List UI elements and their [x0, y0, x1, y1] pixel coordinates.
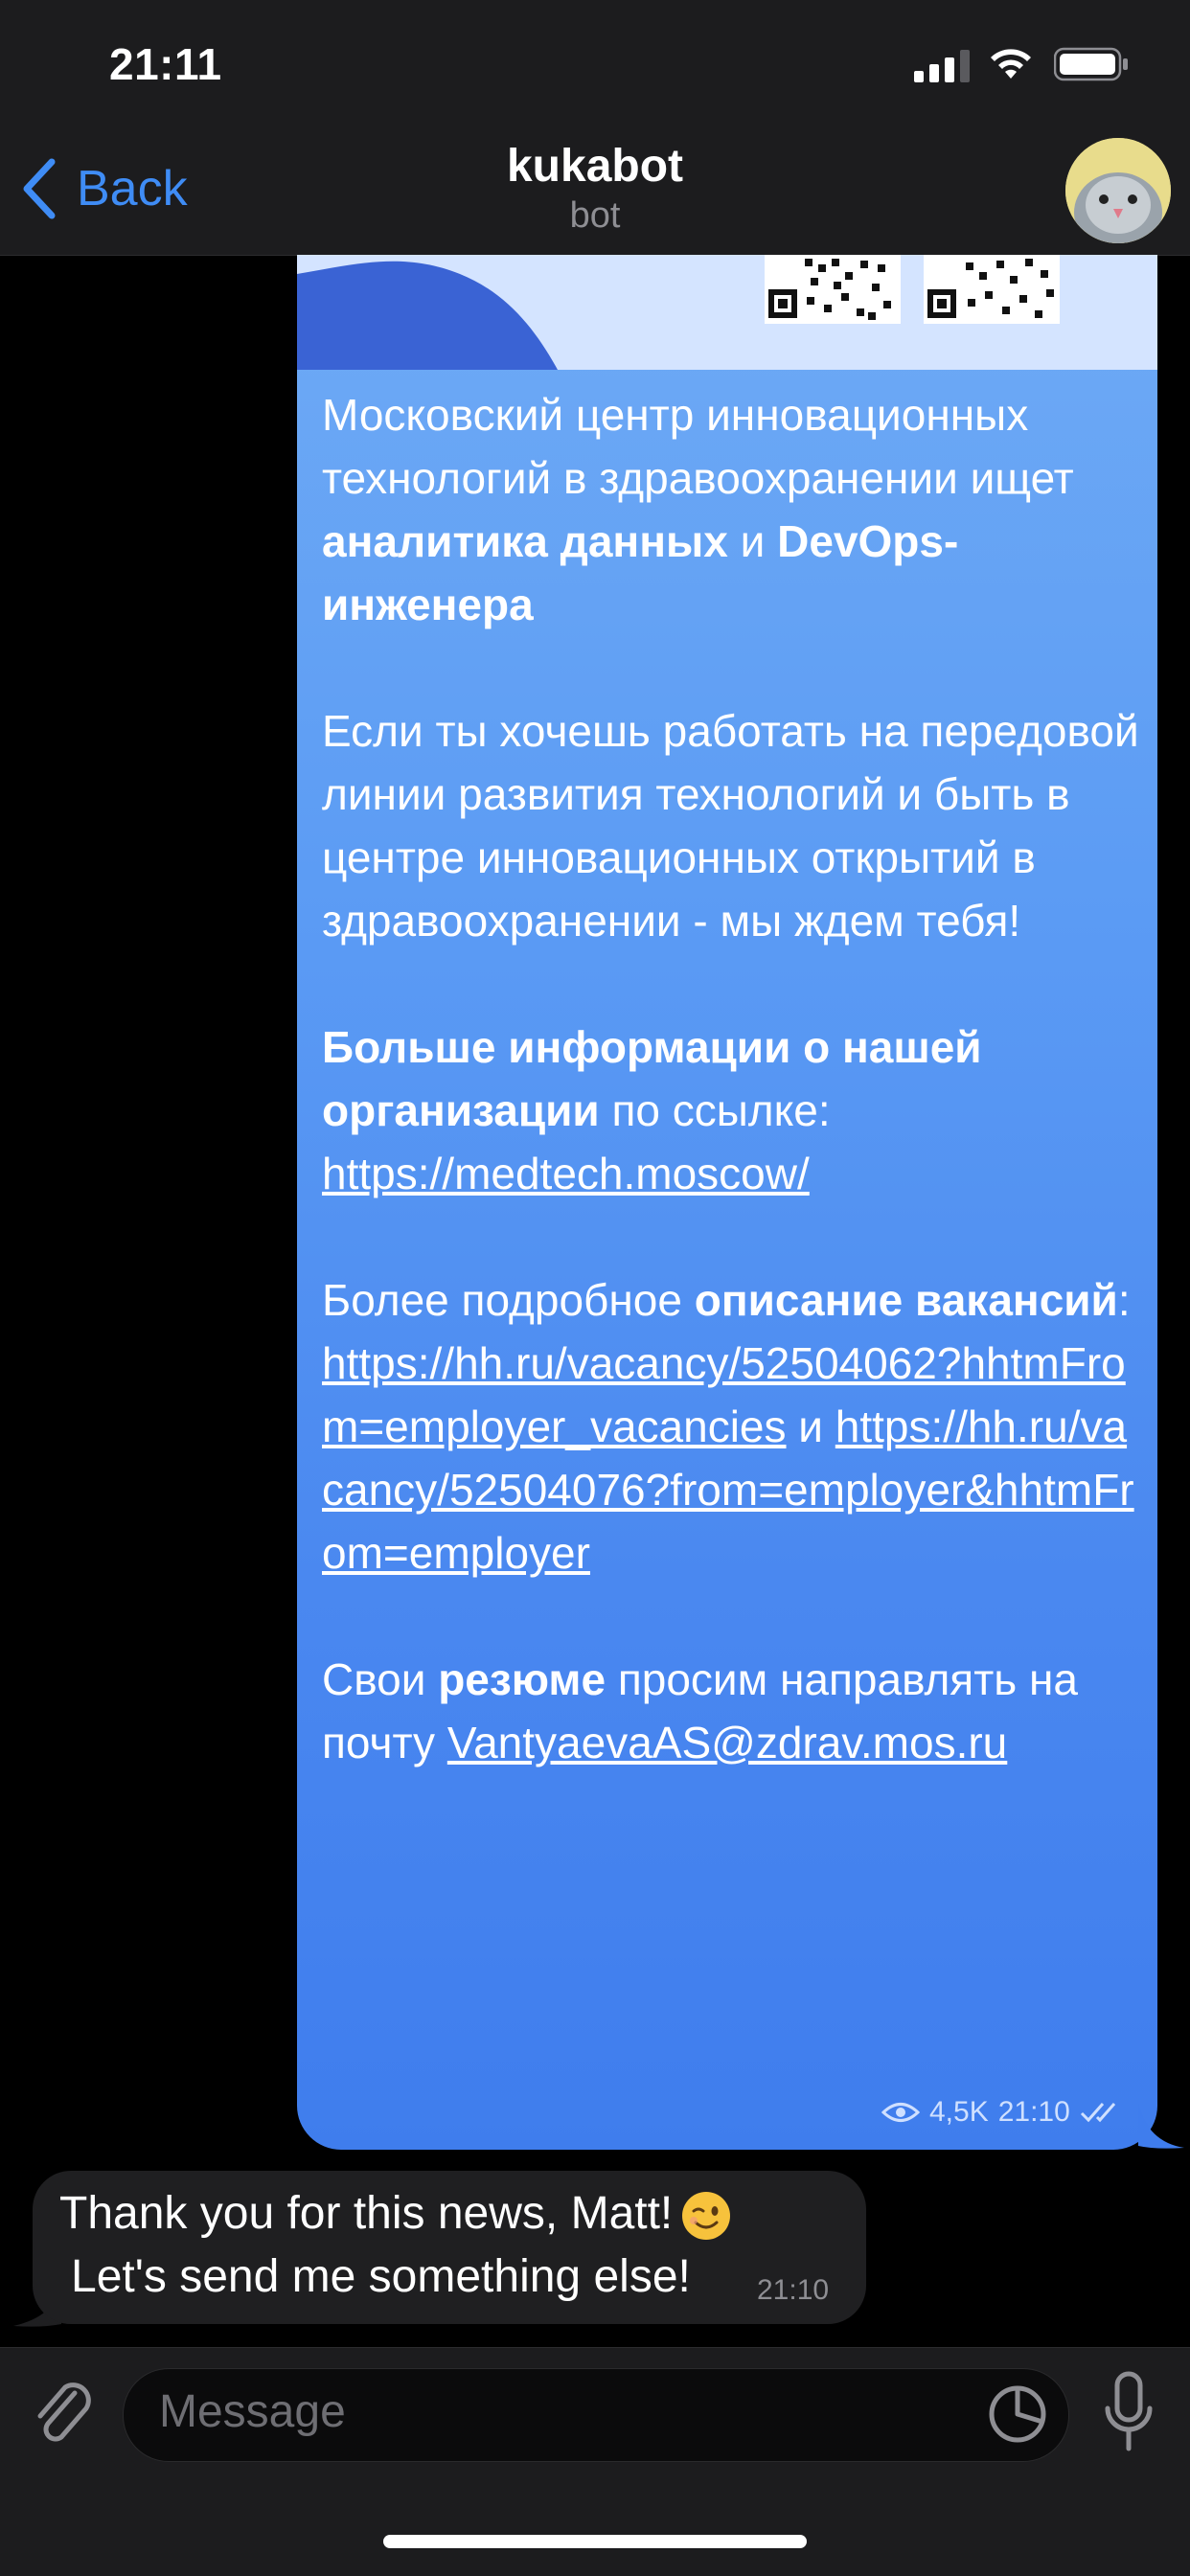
bubble-tail — [1138, 2104, 1184, 2149]
status-time: 21:11 — [109, 39, 222, 89]
post-paragraph-4: Более подробное описание вакансий: https… — [322, 1275, 1134, 1578]
post-text: Московский центр инновационных технологи… — [322, 383, 1144, 1774]
post-paragraph-3: Больше информации о нашей организации по… — [322, 1022, 982, 1198]
post-image[interactable] — [297, 255, 1157, 370]
reply-line-2: Let's send me something else! — [71, 2251, 691, 2302]
qr-code-icon — [924, 255, 1060, 324]
chevron-left-icon — [23, 158, 56, 219]
wifi-icon — [991, 49, 1031, 79]
message-placeholder: Message — [159, 2386, 346, 2437]
microphone-icon[interactable] — [1100, 2370, 1157, 2456]
qr-code-icon — [765, 255, 901, 324]
post-meta: 4,5K 21:10 — [881, 2096, 1122, 2129]
email-link[interactable]: VantyaevaAS@zdrav.mos.ru — [447, 1718, 1007, 1767]
eye-icon — [881, 2103, 920, 2122]
back-button[interactable]: Back — [21, 155, 188, 222]
bird-avatar-icon — [1065, 138, 1171, 243]
medtech-link[interactable]: https://medtech.moscow/ — [322, 1149, 810, 1198]
post-paragraph-1: Московский центр инновационных технологи… — [322, 390, 1074, 629]
signal-icon — [914, 50, 970, 82]
chat-subtitle: bot — [569, 195, 621, 236]
incoming-message-text: Thank you for this news, Matt! Let's sen… — [59, 2182, 807, 2309]
view-count: 4,5K — [929, 2096, 989, 2128]
back-label: Back — [77, 161, 188, 217]
chat-title[interactable]: kukabot — [287, 140, 903, 193]
reply-time: 21:10 — [757, 2274, 830, 2306]
battery-icon — [1054, 47, 1128, 81]
reply-line-1: Thank you for this news, Matt! — [59, 2188, 674, 2239]
sticker-icon[interactable] — [987, 2383, 1048, 2445]
paperclip-icon[interactable] — [29, 2374, 96, 2451]
double-check-icon — [1080, 2103, 1115, 2123]
home-indicator — [383, 2535, 807, 2548]
post-paragraph-5: Свои резюме просим направлять на почту V… — [322, 1654, 1078, 1767]
winking-face-icon — [682, 2192, 731, 2241]
post-paragraph-2: Если ты хочешь работать на передовой лин… — [322, 706, 1139, 946]
post-time: 21:10 — [997, 2096, 1070, 2128]
avatar[interactable] — [1065, 138, 1171, 243]
